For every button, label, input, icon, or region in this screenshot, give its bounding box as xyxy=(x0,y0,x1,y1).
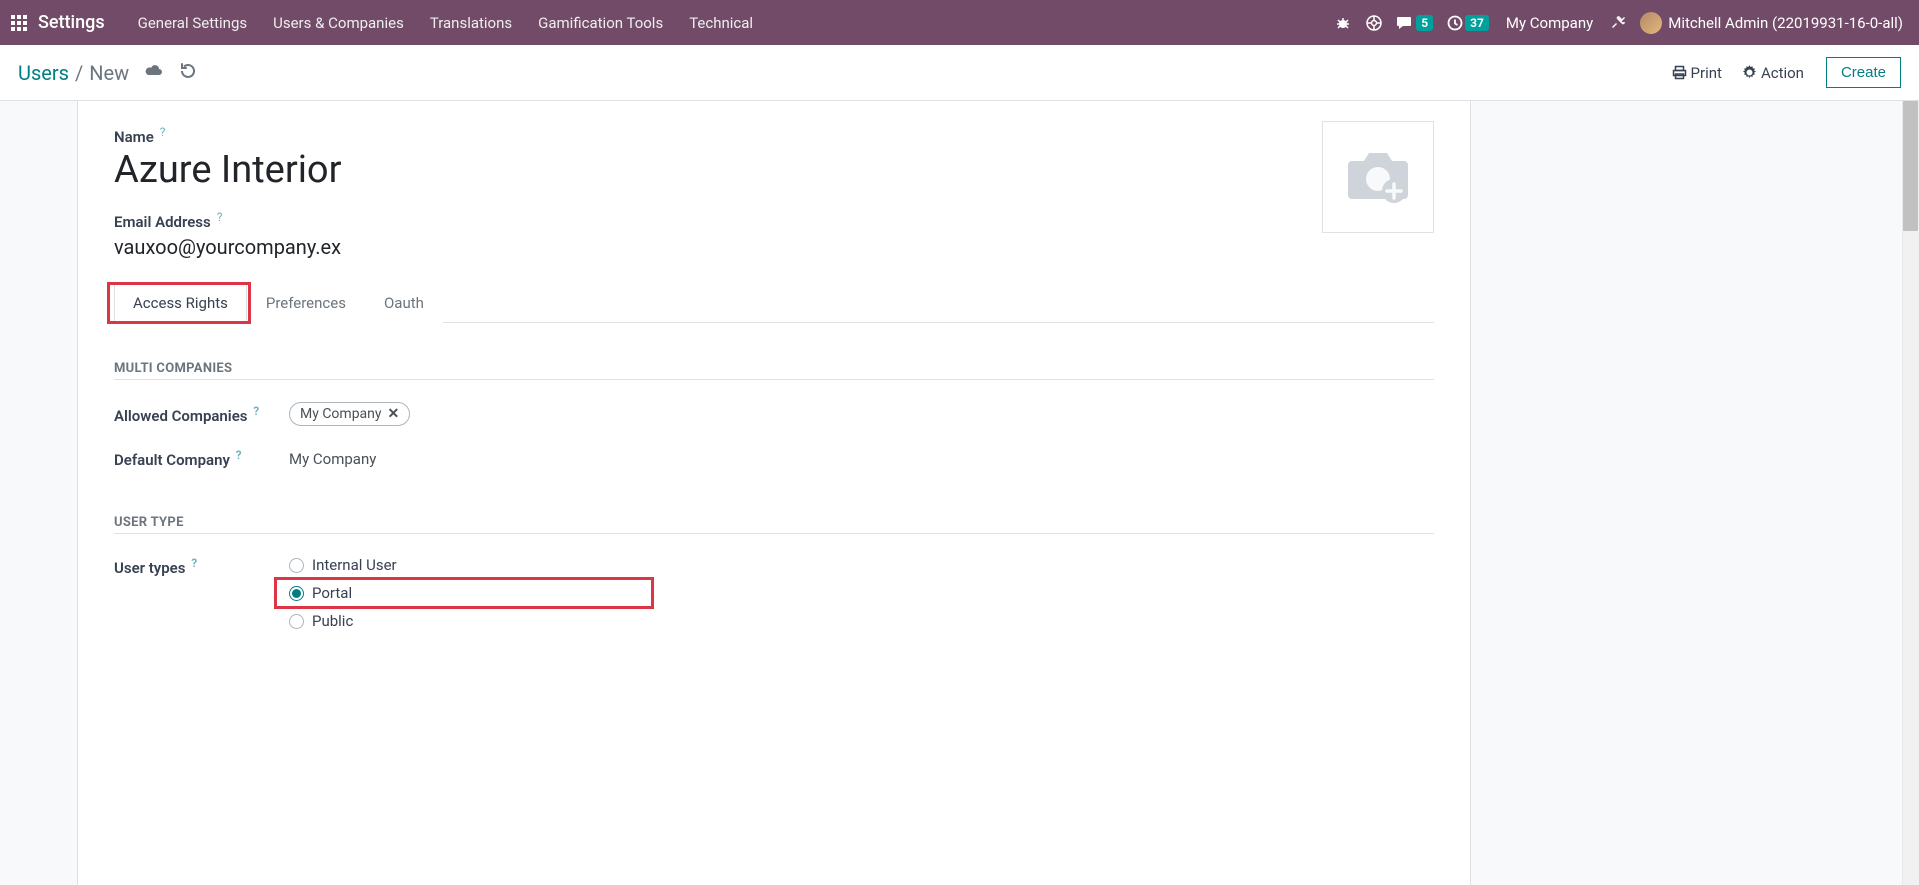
help-icon[interactable]: ? xyxy=(191,556,197,570)
activities-icon[interactable]: 37 xyxy=(1447,15,1489,31)
radio-internal-user[interactable]: Internal User xyxy=(289,556,504,574)
scrollbar-track[interactable] xyxy=(1902,101,1919,885)
image-upload[interactable] xyxy=(1322,121,1434,233)
scrollbar-thumb[interactable] xyxy=(1903,101,1918,231)
radio-label: Portal xyxy=(312,584,352,602)
tab-preferences[interactable]: Preferences xyxy=(247,283,365,323)
action-button[interactable]: Action xyxy=(1742,64,1804,82)
gear-icon xyxy=(1742,65,1757,80)
form-tabs: Access Rights Preferences Oauth xyxy=(114,283,1434,323)
radio-public[interactable]: Public xyxy=(289,612,504,630)
bug-icon[interactable] xyxy=(1335,15,1351,31)
section-multi-companies: MULTI COMPANIES xyxy=(114,361,1434,380)
user-types-label: User types xyxy=(114,559,185,577)
tab-access-rights[interactable]: Access Rights xyxy=(114,283,247,323)
radio-label: Internal User xyxy=(312,556,397,574)
print-icon xyxy=(1672,65,1687,80)
breadcrumb-users[interactable]: Users xyxy=(18,61,69,85)
menu-gamification[interactable]: Gamification Tools xyxy=(538,14,663,32)
print-button[interactable]: Print xyxy=(1672,64,1722,82)
user-menu[interactable]: Mitchell Admin (22019931-16-0-all) xyxy=(1668,14,1903,32)
menu-users-companies[interactable]: Users & Companies xyxy=(273,14,404,32)
activities-badge: 37 xyxy=(1465,15,1489,31)
app-title[interactable]: Settings xyxy=(38,12,105,33)
remove-tag-icon[interactable]: ✕ xyxy=(388,406,400,422)
radio-icon xyxy=(289,586,304,601)
cloud-save-icon[interactable] xyxy=(144,63,164,83)
discard-icon[interactable] xyxy=(179,62,196,84)
menu-general-settings[interactable]: General Settings xyxy=(138,14,248,32)
company-tag[interactable]: My Company ✕ xyxy=(289,402,410,426)
breadcrumb-current: New xyxy=(89,61,129,85)
print-label: Print xyxy=(1691,64,1722,82)
menu-translations[interactable]: Translations xyxy=(430,14,512,32)
form-sheet: Name ? Azure Interior Email Address ? va… xyxy=(77,101,1471,885)
help-icon[interactable]: ? xyxy=(236,448,242,462)
radio-icon xyxy=(289,558,304,573)
tools-icon[interactable] xyxy=(1610,14,1627,31)
avatar[interactable] xyxy=(1640,12,1662,34)
name-input[interactable]: Azure Interior xyxy=(114,150,1434,192)
user-types-radio-group: Internal User Portal Public xyxy=(289,556,504,630)
breadcrumb-separator: / xyxy=(75,61,83,85)
create-button[interactable]: Create xyxy=(1826,57,1901,88)
default-company-input[interactable]: My Company xyxy=(289,450,376,468)
messages-icon[interactable]: 5 xyxy=(1397,15,1433,31)
name-label: Name xyxy=(114,128,154,146)
action-label: Action xyxy=(1761,64,1804,82)
messages-badge: 5 xyxy=(1416,15,1433,31)
apps-icon[interactable] xyxy=(10,14,28,32)
email-label: Email Address xyxy=(114,213,211,231)
radio-portal[interactable]: Portal xyxy=(289,584,504,602)
radio-icon xyxy=(289,614,304,629)
radio-label: Public xyxy=(312,612,353,630)
company-tag-label: My Company xyxy=(300,406,382,422)
menu-technical[interactable]: Technical xyxy=(689,14,753,32)
tab-oauth[interactable]: Oauth xyxy=(365,283,443,323)
help-icon[interactable]: ? xyxy=(217,210,223,224)
support-icon[interactable] xyxy=(1365,14,1383,32)
breadcrumb: Users / New xyxy=(18,61,129,85)
control-bar: Users / New Print Action Create xyxy=(0,45,1919,101)
top-navbar: Settings General Settings Users & Compan… xyxy=(0,0,1919,45)
email-input[interactable]: vauxoo@yourcompany.ex xyxy=(114,235,1434,259)
help-icon[interactable]: ? xyxy=(253,404,259,418)
help-icon[interactable]: ? xyxy=(160,125,166,139)
camera-plus-icon xyxy=(1342,147,1414,207)
form-viewport: Name ? Azure Interior Email Address ? va… xyxy=(0,101,1919,885)
company-switcher[interactable]: My Company xyxy=(1506,14,1593,32)
default-company-label: Default Company xyxy=(114,451,230,469)
allowed-companies-label: Allowed Companies xyxy=(114,407,248,425)
section-user-type: USER TYPE xyxy=(114,515,1434,534)
